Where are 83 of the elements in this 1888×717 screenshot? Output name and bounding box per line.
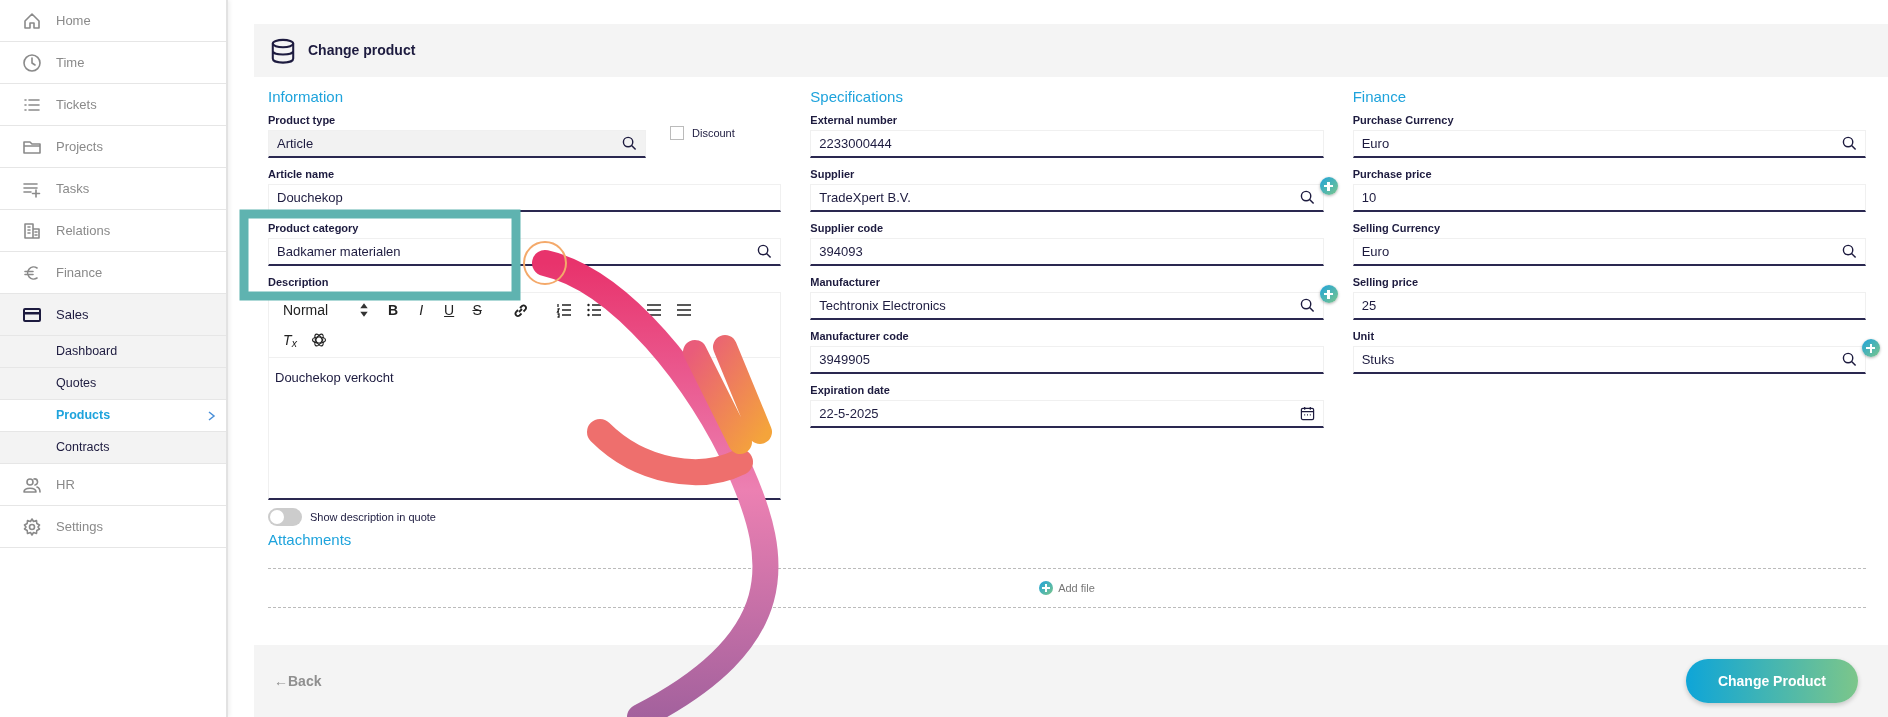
- input-field[interactable]: 10: [1352, 184, 1866, 212]
- sidebar-item[interactable]: Tasks: [0, 168, 226, 210]
- search-icon: [757, 244, 773, 259]
- section-title: Information: [268, 87, 345, 107]
- annotation-circle: [523, 241, 567, 285]
- toolbar-button[interactable]: S: [468, 301, 487, 319]
- input-field[interactable]: 25: [1352, 292, 1866, 320]
- search-icon: [1842, 244, 1857, 259]
- sidebar-item[interactable]: Settings: [0, 506, 226, 548]
- search-icon: [1842, 352, 1857, 367]
- section-title: Attachments: [268, 530, 353, 550]
- sidebar-item[interactable]: Projects: [0, 126, 226, 168]
- field-label: Description: [268, 275, 330, 289]
- align-icon: [676, 302, 693, 318]
- section-title: Specifications: [810, 87, 904, 107]
- field-label: Unit: [1352, 329, 1376, 343]
- sidebar-item[interactable]: Relations: [0, 210, 226, 252]
- page-title: Change product: [308, 41, 416, 60]
- select-field[interactable]: Euro: [1352, 238, 1866, 266]
- input-field[interactable]: 394093: [810, 238, 1324, 266]
- field-label: Article name: [268, 167, 336, 181]
- add-button[interactable]: [1319, 285, 1338, 303]
- date-field[interactable]: 22-5-2025: [810, 400, 1324, 428]
- toolbar-button[interactable]: B: [384, 301, 403, 319]
- toolbar-button[interactable]: U: [440, 301, 459, 319]
- chevron-right-icon: [206, 409, 216, 422]
- sidebar-subitem[interactable]: Contracts: [0, 432, 226, 464]
- search-icon: [1842, 136, 1857, 151]
- home-icon: [22, 10, 42, 31]
- field-label: Expiration date: [810, 383, 891, 397]
- editor-text: Douchekop verkocht: [275, 370, 394, 385]
- sidebar-item[interactable]: Tickets: [0, 84, 226, 126]
- add-button[interactable]: [1862, 339, 1880, 357]
- field-label: Purchase Currency: [1352, 113, 1455, 127]
- select-field[interactable]: Badkamer materialen: [268, 238, 782, 266]
- search-icon: [1299, 298, 1315, 313]
- clock-icon: [22, 52, 42, 73]
- field-label: Product type: [268, 113, 337, 127]
- select-field[interactable]: Stuks: [1352, 346, 1866, 374]
- link-icon: [512, 302, 529, 318]
- align-icon: [646, 302, 663, 318]
- checkbox-label: Discount: [692, 126, 735, 141]
- sidebar-subitem[interactable]: Quotes: [0, 368, 226, 400]
- add-file-button[interactable]: Add file: [1033, 578, 1101, 598]
- bullet-list-icon: [586, 302, 603, 318]
- toggle-switch[interactable]: [268, 508, 302, 526]
- format-select[interactable]: Normal: [281, 301, 375, 319]
- input-field[interactable]: 2233000444: [810, 130, 1324, 158]
- field-label: External number: [810, 113, 899, 127]
- toolbar-button[interactable]: I: [412, 301, 431, 319]
- select-field[interactable]: TradeXpert B.V.: [810, 184, 1324, 212]
- numbered-list-icon: [556, 302, 573, 318]
- search-icon: [1299, 190, 1315, 205]
- sidebar-subitem[interactable]: Dashboard: [0, 336, 226, 368]
- toolbar-button[interactable]: T$_{x}$: [281, 331, 299, 349]
- plus-icon: [1039, 581, 1054, 595]
- sidebar-item[interactable]: Sales: [0, 294, 226, 336]
- add-button[interactable]: [1319, 177, 1338, 195]
- search-icon: [622, 136, 637, 151]
- sidebar-item[interactable]: HR: [0, 464, 226, 506]
- section-title: Finance: [1352, 87, 1408, 107]
- calendar-icon: [1299, 406, 1315, 421]
- toggle-label: Show description in quote: [310, 509, 436, 525]
- sidebar-item[interactable]: Time: [0, 42, 226, 84]
- database-icon: [270, 36, 296, 65]
- select-field[interactable]: Techtronix Electronics: [810, 292, 1324, 320]
- toolbar-button[interactable]: [309, 332, 329, 348]
- building-icon: [22, 220, 42, 241]
- field-label: Selling Currency: [1352, 221, 1442, 235]
- settings-icon: [22, 516, 42, 537]
- field-label: Purchase price: [1352, 167, 1433, 181]
- field-label: Supplier code: [810, 221, 885, 235]
- input-field[interactable]: Douchekop: [268, 184, 782, 212]
- field-label: Selling price: [1352, 275, 1420, 289]
- field-label: Supplier: [810, 167, 856, 181]
- field-label: Manufacturer: [810, 275, 881, 289]
- field-label: Manufacturer code: [810, 329, 910, 343]
- sidebar-item[interactable]: Home: [0, 0, 226, 42]
- checkbox[interactable]: [670, 126, 684, 141]
- field-label: Product category: [268, 221, 360, 235]
- ai-knot-icon: [311, 332, 327, 348]
- select-field[interactable]: Euro: [1352, 130, 1866, 158]
- input-field[interactable]: 3949905: [810, 346, 1324, 374]
